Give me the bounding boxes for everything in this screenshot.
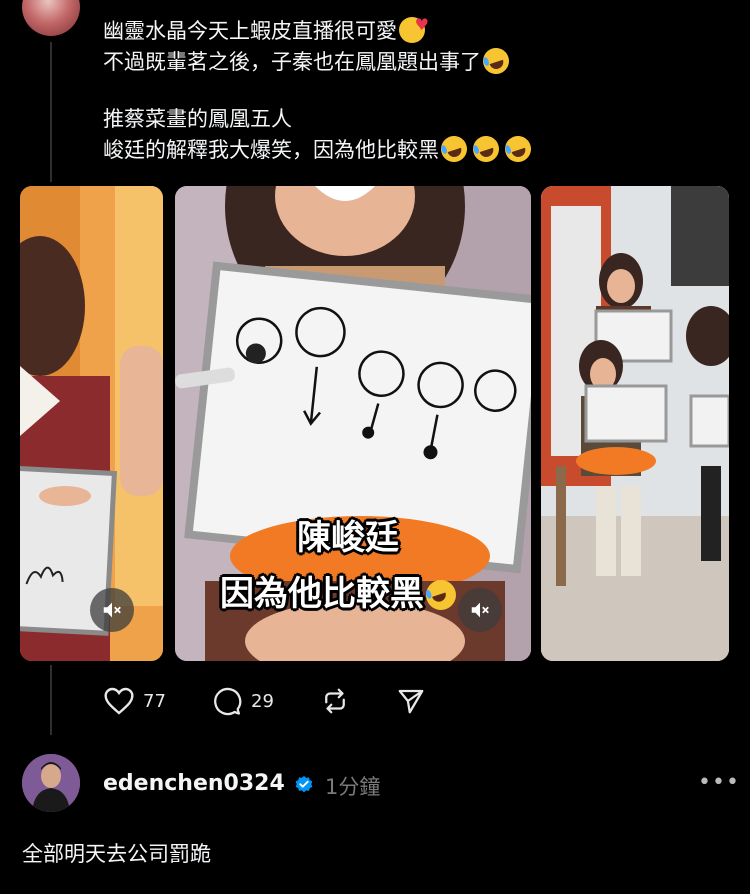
author-avatar[interactable] bbox=[22, 0, 80, 36]
media-card-1[interactable] bbox=[20, 186, 163, 661]
mute-button[interactable] bbox=[458, 588, 502, 632]
heart-icon bbox=[104, 687, 134, 715]
rofl-emoji-icon bbox=[469, 132, 503, 166]
thread-line bbox=[50, 665, 52, 735]
reply-timestamp: 1分鐘 bbox=[325, 775, 381, 799]
reply-text: 全部明天去公司罰跪 bbox=[22, 842, 211, 866]
video-frame-3 bbox=[541, 186, 729, 661]
like-count: 77 bbox=[143, 690, 166, 712]
reply-avatar[interactable] bbox=[22, 754, 80, 812]
rofl-emoji-icon bbox=[422, 576, 460, 614]
repost-icon bbox=[325, 688, 345, 714]
comment-button[interactable]: 29 bbox=[211, 686, 274, 716]
more-dots-icon[interactable]: ••• bbox=[698, 770, 740, 795]
video-caption-line-2: 因為他比較黑 bbox=[220, 566, 460, 615]
post-line: 幽靈水晶今天上蝦皮直播很可愛 bbox=[103, 9, 509, 47]
speaker-muted-icon bbox=[471, 602, 489, 618]
video-frame-1 bbox=[20, 186, 163, 661]
post-body: 幽靈水晶今天上蝦皮直播很可愛 不過既輩茗之後，子秦也在鳳凰題出事了 bbox=[103, 9, 513, 78]
post-line: 不過既輩茗之後，子秦也在鳳凰題出事了 bbox=[103, 44, 513, 78]
send-icon bbox=[398, 689, 424, 714]
repost-button[interactable] bbox=[319, 686, 351, 716]
media-card-3[interactable] bbox=[541, 186, 729, 661]
post-body-2: 推蔡菜畫的鳳凰五人 峻廷的解釋我大爆笑，因為他比較黑 bbox=[103, 104, 535, 166]
share-button[interactable] bbox=[395, 686, 427, 716]
comment-count: 29 bbox=[251, 690, 274, 712]
speaker-muted-icon bbox=[103, 602, 121, 618]
video-caption-line-1: 陳峻廷 bbox=[297, 518, 399, 558]
rofl-emoji-icon bbox=[501, 132, 535, 166]
like-button[interactable]: 77 bbox=[103, 686, 166, 716]
avatar-image bbox=[22, 754, 80, 812]
verified-badge-icon bbox=[295, 775, 313, 793]
rofl-emoji-icon bbox=[437, 132, 471, 166]
reply-username[interactable]: edenchen0324 bbox=[103, 771, 285, 796]
rofl-emoji-icon bbox=[479, 44, 513, 78]
thread-line bbox=[50, 42, 52, 182]
post-line: 峻廷的解釋我大爆笑，因為他比較黑 bbox=[103, 132, 535, 166]
media-card-2[interactable]: 陳峻廷 因為他比較黑 bbox=[175, 186, 531, 661]
post-line: 推蔡菜畫的鳳凰五人 bbox=[103, 107, 292, 131]
mute-button[interactable] bbox=[90, 588, 134, 632]
smiling-face-with-hearts-icon bbox=[399, 9, 429, 43]
comment-bubble-icon bbox=[214, 687, 242, 716]
